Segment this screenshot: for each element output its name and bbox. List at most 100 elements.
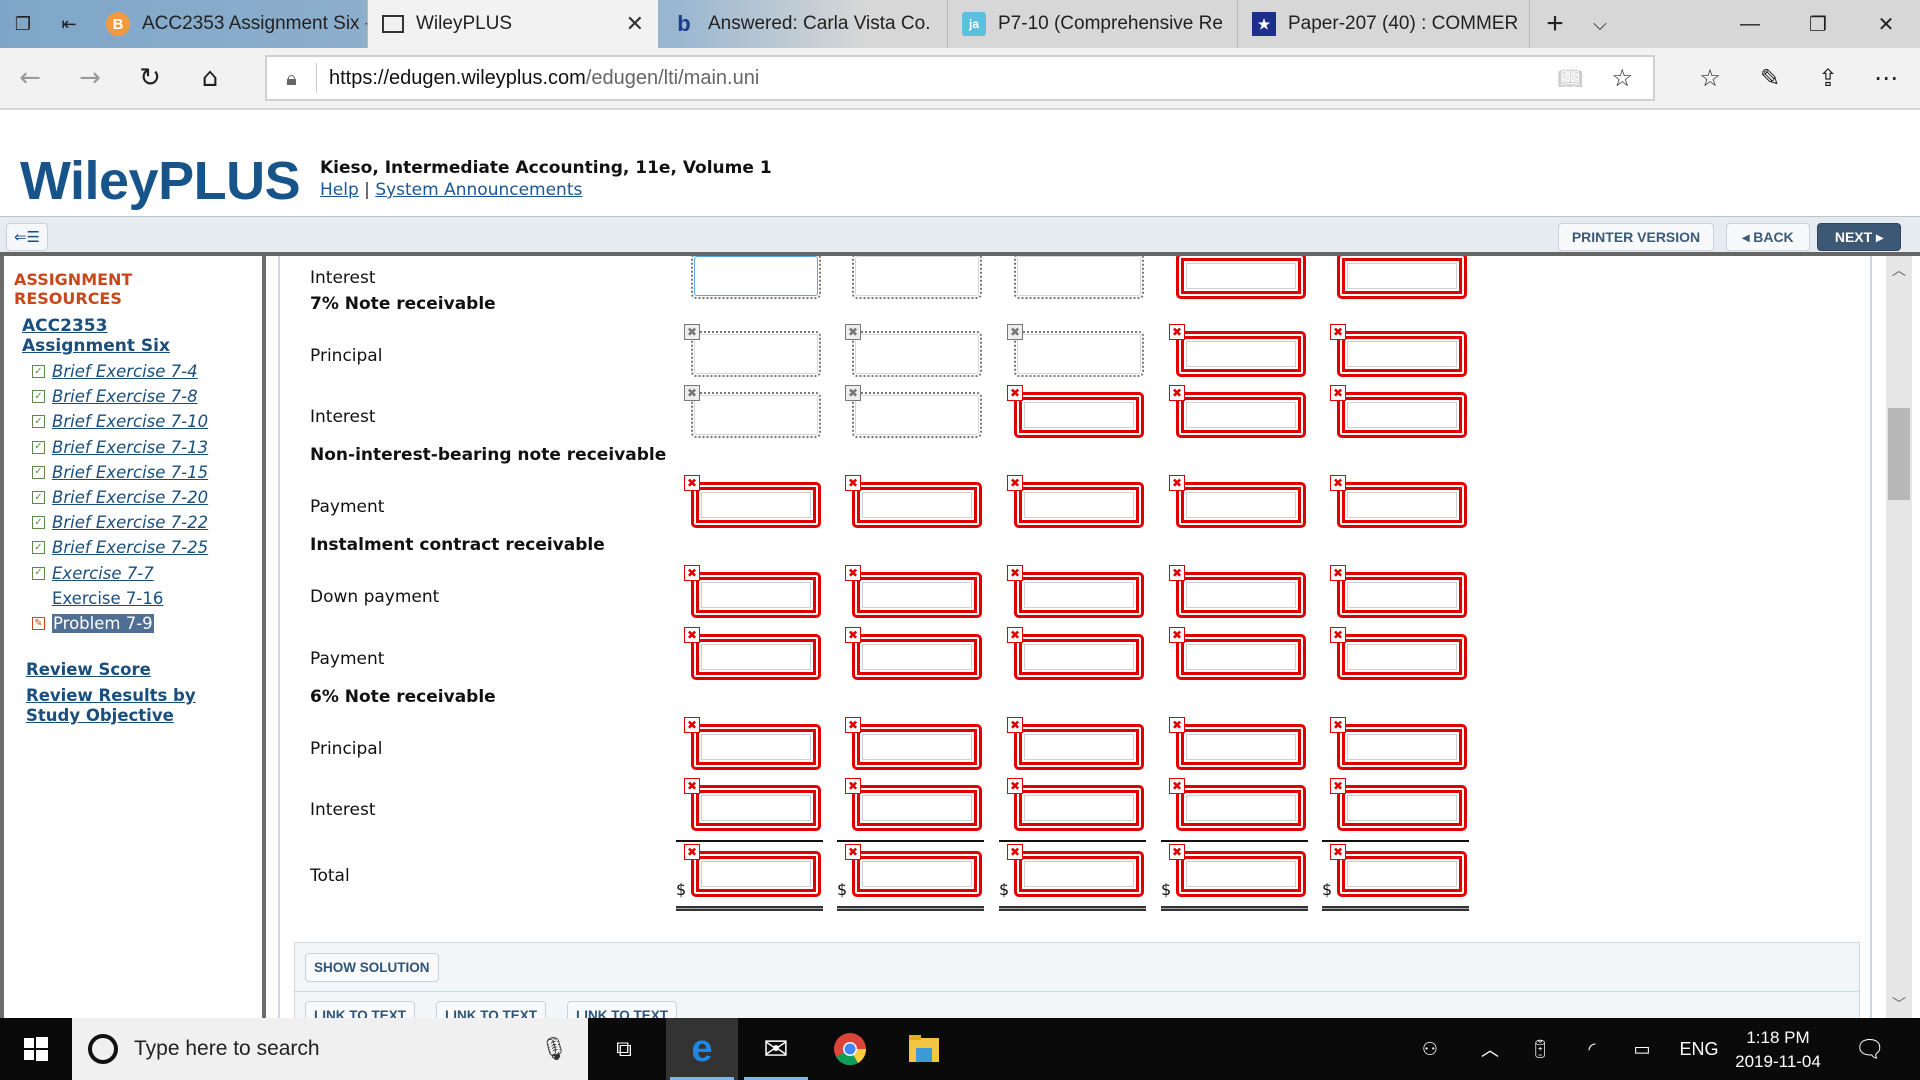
taskbar-search-input[interactable]: Type here to search 🎙︎: [72, 1018, 588, 1080]
favorite-star-icon[interactable]: ☆: [1611, 64, 1633, 92]
browser-tab[interactable]: B ACC2353 Assignment Six -: [92, 0, 368, 48]
answer-input[interactable]: [1176, 785, 1306, 831]
scrollbar-thumb[interactable]: [1888, 408, 1910, 500]
answer-input[interactable]: [1014, 724, 1144, 770]
answer-input[interactable]: [1176, 331, 1306, 377]
edge-browser-icon[interactable]: e: [666, 1018, 738, 1080]
answer-input[interactable]: [1014, 392, 1144, 438]
forward-arrow-icon[interactable]: →: [70, 58, 110, 98]
answer-input[interactable]: [1176, 634, 1306, 680]
answer-input[interactable]: [691, 851, 821, 897]
mail-icon[interactable]: ✉: [740, 1018, 812, 1080]
language-indicator[interactable]: ENG: [1674, 1018, 1724, 1080]
touchpad-icon[interactable]: ▭: [1622, 1018, 1662, 1080]
answer-input[interactable]: [1337, 392, 1467, 438]
sidebar-item[interactable]: ✓ Brief Exercise 7-13: [32, 438, 208, 457]
system-clock[interactable]: 1:18 PM 2019-11-04: [1718, 1026, 1838, 1074]
link-to-text-button[interactable]: LINK TO TEXT: [436, 1001, 547, 1018]
show-solution-button[interactable]: SHOW SOLUTION: [305, 953, 439, 982]
answer-input[interactable]: [1176, 851, 1306, 897]
more-menu-icon[interactable]: ⋯: [1866, 60, 1906, 96]
system-announcements-link[interactable]: System Announcements: [375, 180, 582, 200]
answer-input[interactable]: [1176, 392, 1306, 438]
sidebar-item[interactable]: ✓ Brief Exercise 7-4: [32, 362, 198, 381]
sidebar-item[interactable]: ✓ Brief Exercise 7-8: [32, 387, 198, 406]
sidebar-item[interactable]: ✓ Brief Exercise 7-20: [32, 488, 208, 507]
review-score-link[interactable]: Review Score: [26, 660, 151, 680]
restore-icon[interactable]: ❐: [1784, 0, 1852, 48]
answer-input[interactable]: [1014, 331, 1144, 377]
scroll-down-icon[interactable]: ﹀: [1886, 992, 1912, 1016]
tab-list-chevron-icon[interactable]: ⌵: [1580, 0, 1620, 48]
url-input[interactable]: 🔒︎ https://edugen.wileyplus.com/edugen/l…: [265, 55, 1655, 101]
answer-input[interactable]: [852, 482, 982, 528]
answer-input[interactable]: [1014, 572, 1144, 618]
answer-input[interactable]: [852, 724, 982, 770]
answer-input[interactable]: [1337, 482, 1467, 528]
sidebar-item[interactable]: ✓ Exercise 7-7: [32, 564, 154, 583]
microphone-icon[interactable]: 🎙︎: [540, 1036, 568, 1062]
answer-input[interactable]: [1014, 256, 1144, 299]
answer-input[interactable]: [691, 392, 821, 438]
tab-manager-icon[interactable]: ❐: [0, 0, 46, 48]
close-tab-icon[interactable]: ✕: [626, 11, 644, 37]
file-explorer-icon[interactable]: [888, 1018, 960, 1080]
answer-input[interactable]: [691, 256, 821, 299]
battery-icon[interactable]: 🔋︎: [1520, 1018, 1560, 1080]
answer-input[interactable]: [1176, 256, 1306, 299]
browser-tab[interactable]: b Answered: Carla Vista Co.: [658, 0, 948, 48]
answer-input[interactable]: [691, 724, 821, 770]
minimize-icon[interactable]: —: [1716, 0, 1784, 48]
answer-input[interactable]: [1176, 572, 1306, 618]
toggle-sidebar-icon[interactable]: ⇐☰: [6, 223, 48, 251]
answer-input[interactable]: [1337, 851, 1467, 897]
answer-input[interactable]: [691, 634, 821, 680]
answer-input[interactable]: [852, 785, 982, 831]
back-button[interactable]: ◂ BACK: [1726, 223, 1810, 251]
sidebar-item[interactable]: ✓ Brief Exercise 7-10: [32, 412, 208, 431]
answer-input[interactable]: [1176, 482, 1306, 528]
reading-view-icon[interactable]: 📖︎: [1558, 66, 1583, 90]
answer-input[interactable]: [1337, 256, 1467, 299]
chrome-icon[interactable]: [814, 1018, 886, 1080]
sidebar-item[interactable]: ✓ Brief Exercise 7-15: [32, 463, 208, 482]
answer-input[interactable]: [691, 482, 821, 528]
answer-input[interactable]: [691, 331, 821, 377]
lock-icon[interactable]: 🔒︎: [267, 63, 317, 93]
review-results-link[interactable]: Review Results by Study Objective: [26, 686, 216, 726]
answer-input[interactable]: [1014, 482, 1144, 528]
vertical-scrollbar[interactable]: ︿ ﹀: [1886, 256, 1912, 1018]
assignment-link[interactable]: ACC2353 Assignment Six: [22, 316, 222, 356]
back-arrow-icon[interactable]: ←: [10, 58, 50, 98]
windows-start-icon[interactable]: [0, 1018, 72, 1080]
next-button[interactable]: NEXT ▸: [1817, 223, 1901, 251]
link-to-text-button[interactable]: LINK TO TEXT: [305, 1001, 416, 1018]
answer-input[interactable]: [691, 572, 821, 618]
answer-input[interactable]: [1337, 331, 1467, 377]
answer-input[interactable]: [1014, 851, 1144, 897]
new-tab-button[interactable]: +: [1530, 0, 1580, 48]
show-hidden-icons-chevron[interactable]: ︿: [1470, 1018, 1510, 1080]
sidebar-item[interactable]: Exercise 7-16: [52, 589, 163, 608]
answer-input[interactable]: [1337, 572, 1467, 618]
people-icon[interactable]: ⚇: [1410, 1018, 1450, 1080]
home-icon[interactable]: ⌂: [190, 58, 230, 98]
wifi-icon[interactable]: ◜: [1572, 1018, 1612, 1080]
answer-input[interactable]: [852, 634, 982, 680]
favorites-list-icon[interactable]: ☆: [1690, 60, 1730, 96]
window-close-icon[interactable]: ✕: [1852, 0, 1920, 48]
answer-input[interactable]: [1337, 634, 1467, 680]
browser-tab[interactable]: ja P7-10 (Comprehensive Re: [948, 0, 1238, 48]
task-view-icon[interactable]: ⧉: [588, 1018, 660, 1080]
web-note-pen-icon[interactable]: ✎: [1750, 60, 1790, 96]
answer-input[interactable]: [852, 392, 982, 438]
scroll-up-icon[interactable]: ︿: [1886, 258, 1912, 282]
sidebar-item[interactable]: ✓ Brief Exercise 7-22: [32, 513, 208, 532]
printer-version-button[interactable]: PRINTER VERSION: [1558, 223, 1714, 251]
help-link[interactable]: Help: [320, 180, 359, 200]
set-tabs-aside-icon[interactable]: ⇤: [46, 0, 92, 48]
answer-input[interactable]: [852, 572, 982, 618]
browser-tab-active[interactable]: WileyPLUS ✕: [368, 0, 658, 48]
answer-input[interactable]: [852, 851, 982, 897]
answer-input[interactable]: [852, 331, 982, 377]
